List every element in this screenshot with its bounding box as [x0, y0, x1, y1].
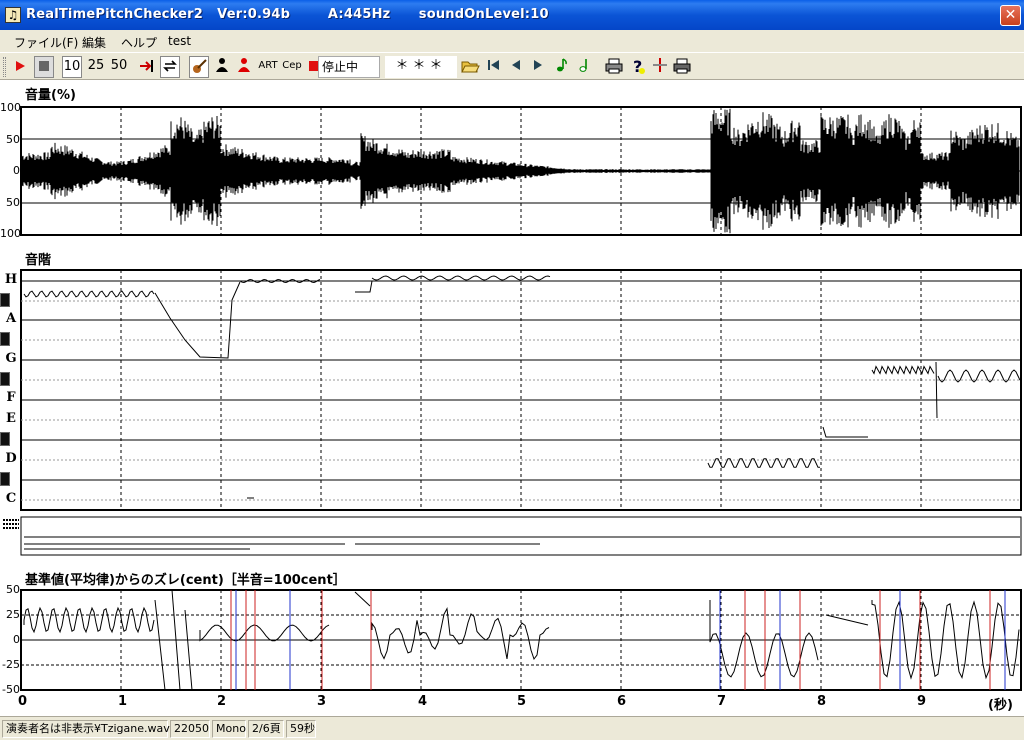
status-filename: 演奏者名は非表示¥Tzigane.wav — [2, 720, 170, 738]
status-samplerate: 22050 — [170, 720, 210, 738]
status-channels: Mono — [212, 720, 246, 738]
status-bar: 演奏者名は非表示¥Tzigane.wav 22050 Mono 2/6頁 59秒 — [0, 716, 1024, 740]
status-page: 2/6頁 — [248, 720, 284, 738]
graph-canvas[interactable] — [0, 0, 1024, 716]
status-duration: 59秒 — [286, 720, 316, 738]
